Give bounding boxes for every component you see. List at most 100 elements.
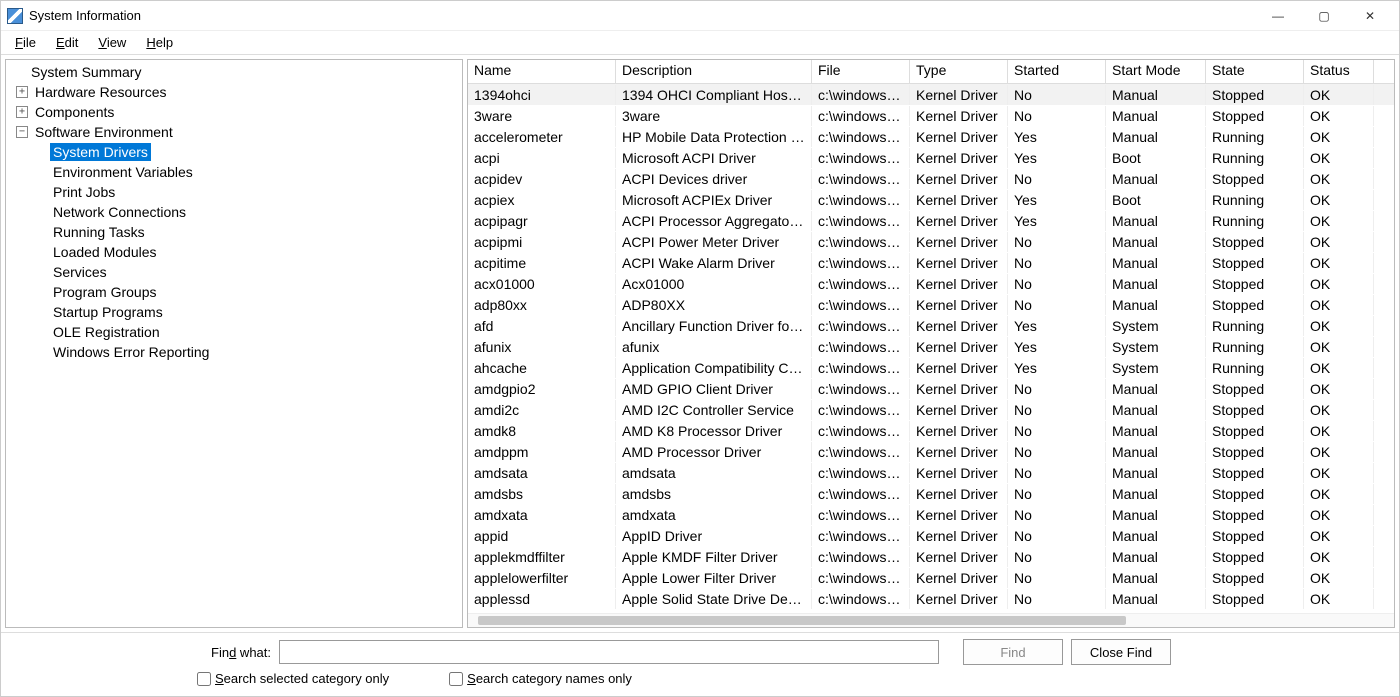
menu-help[interactable]: Help [136,33,183,52]
list-body[interactable]: 1394ohci1394 OHCI Compliant Host C...c:\… [468,84,1394,613]
table-row[interactable]: acpiMicrosoft ACPI Driverc:\windows\s...… [468,147,1394,168]
col-started[interactable]: Started [1008,60,1106,83]
cell-start-mode: Manual [1106,526,1206,546]
cell-name: afunix [468,337,616,357]
cell-name: applelowerfilter [468,568,616,588]
tree-item-system-drivers[interactable]: System Drivers [6,142,462,162]
checkbox-input[interactable] [197,672,211,686]
tree-item-network-connections[interactable]: Network Connections [6,202,462,222]
cell-status: OK [1304,85,1374,105]
cell-started: No [1008,169,1106,189]
table-row[interactable]: amdgpio2AMD GPIO Client Driverc:\windows… [468,378,1394,399]
close-find-button[interactable]: Close Find [1071,639,1171,665]
search-selected-category-checkbox[interactable]: Search selected category only [197,671,389,686]
cell-file: c:\windows\s... [812,526,910,546]
tree-software-environment[interactable]: − Software Environment [6,122,462,142]
maximize-button[interactable]: ▢ [1301,1,1347,31]
table-row[interactable]: acpipagrACPI Processor Aggregator D...c:… [468,210,1394,231]
find-button[interactable]: Find [963,639,1063,665]
table-row[interactable]: acx01000Acx01000c:\windows\s...Kernel Dr… [468,273,1394,294]
cell-type: Kernel Driver [910,505,1008,525]
table-row[interactable]: applekmdffilterApple KMDF Filter Driverc… [468,546,1394,567]
tree-item-environment-variables[interactable]: Environment Variables [6,162,462,182]
tree-item-ole-registration[interactable]: OLE Registration [6,322,462,342]
tree-item-windows-error-reporting[interactable]: Windows Error Reporting [6,342,462,362]
col-description[interactable]: Description [616,60,812,83]
table-row[interactable]: applelowerfilterApple Lower Filter Drive… [468,567,1394,588]
app-icon [7,8,23,24]
search-category-names-checkbox[interactable]: Search category names only [449,671,632,686]
col-start-mode[interactable]: Start Mode [1106,60,1206,83]
menu-edit[interactable]: Edit [46,33,88,52]
table-row[interactable]: 1394ohci1394 OHCI Compliant Host C...c:\… [468,84,1394,105]
tree-item-print-jobs[interactable]: Print Jobs [6,182,462,202]
tree-expander-icon[interactable]: + [16,106,28,118]
col-type[interactable]: Type [910,60,1008,83]
tree-item-startup-programs[interactable]: Startup Programs [6,302,462,322]
details-list: Name Description File Type Started Start… [467,59,1395,628]
cell-status: OK [1304,589,1374,609]
cell-file: c:\windows\s... [812,127,910,147]
cell-name: applessd [468,589,616,609]
table-row[interactable]: amdk8AMD K8 Processor Driverc:\windows\s… [468,420,1394,441]
table-row[interactable]: amdsataamdsatac:\windows\s...Kernel Driv… [468,462,1394,483]
table-row[interactable]: amdppmAMD Processor Driverc:\windows\s..… [468,441,1394,462]
table-row[interactable]: appidAppID Driverc:\windows\s...Kernel D… [468,525,1394,546]
checkbox-input[interactable] [449,672,463,686]
col-name[interactable]: Name [468,60,616,83]
cell-state: Stopped [1206,253,1304,273]
col-file[interactable]: File [812,60,910,83]
tree-components[interactable]: + Components [6,102,462,122]
tree-leaf-icon [34,166,46,178]
menu-view[interactable]: View [88,33,136,52]
menu-file[interactable]: File [5,33,46,52]
tree-item-loaded-modules[interactable]: Loaded Modules [6,242,462,262]
cell-name: acpi [468,148,616,168]
table-row[interactable]: acpitimeACPI Wake Alarm Driverc:\windows… [468,252,1394,273]
table-row[interactable]: acpidevACPI Devices driverc:\windows\s..… [468,168,1394,189]
table-row[interactable]: accelerometerHP Mobile Data Protection S… [468,126,1394,147]
tree-system-summary[interactable]: System Summary [6,62,462,82]
table-row[interactable]: afunixafunixc:\windows\s...Kernel Driver… [468,336,1394,357]
table-row[interactable]: afdAncillary Function Driver for ...c:\w… [468,315,1394,336]
table-row[interactable]: 3ware3warec:\windows\s...Kernel DriverNo… [468,105,1394,126]
cell-file: c:\windows\s... [812,253,910,273]
tree-leaf-icon [34,266,46,278]
cell-started: No [1008,274,1106,294]
cell-type: Kernel Driver [910,442,1008,462]
table-row[interactable]: acpiexMicrosoft ACPIEx Driverc:\windows\… [468,189,1394,210]
tree-hardware-resources[interactable]: + Hardware Resources [6,82,462,102]
table-row[interactable]: amdi2cAMD I2C Controller Servicec:\windo… [468,399,1394,420]
cell-description: AMD K8 Processor Driver [616,421,812,441]
table-row[interactable]: acpipmiACPI Power Meter Driverc:\windows… [468,231,1394,252]
tree-item-services[interactable]: Services [6,262,462,282]
cell-status: OK [1304,463,1374,483]
tree-item-program-groups[interactable]: Program Groups [6,282,462,302]
cell-started: Yes [1008,316,1106,336]
table-row[interactable]: ahcacheApplication Compatibility Cac...c… [468,357,1394,378]
horizontal-scrollbar[interactable] [468,613,1394,627]
cell-status: OK [1304,127,1374,147]
cell-file: c:\windows\s... [812,190,910,210]
tree-item-running-tasks[interactable]: Running Tasks [6,222,462,242]
cell-state: Stopped [1206,568,1304,588]
tree-expander-icon[interactable]: − [16,126,28,138]
minimize-button[interactable]: — [1255,1,1301,31]
cell-type: Kernel Driver [910,526,1008,546]
table-row[interactable]: amdxataamdxatac:\windows\s...Kernel Driv… [468,504,1394,525]
table-row[interactable]: adp80xxADP80XXc:\windows\s...Kernel Driv… [468,294,1394,315]
cell-started: Yes [1008,358,1106,378]
cell-type: Kernel Driver [910,379,1008,399]
cell-start-mode: Manual [1106,400,1206,420]
category-tree[interactable]: System Summary + Hardware Resources + Co… [5,59,463,628]
find-what-input[interactable] [279,640,939,664]
col-state[interactable]: State [1206,60,1304,83]
table-row[interactable]: applessdApple Solid State Drive Devicec:… [468,588,1394,609]
table-row[interactable]: amdsbsamdsbsc:\windows\s...Kernel Driver… [468,483,1394,504]
scrollbar-thumb[interactable] [478,616,1126,625]
cell-state: Stopped [1206,421,1304,441]
cell-name: accelerometer [468,127,616,147]
close-button[interactable]: ✕ [1347,1,1393,31]
col-status[interactable]: Status [1304,60,1374,83]
tree-expander-icon[interactable]: + [16,86,28,98]
